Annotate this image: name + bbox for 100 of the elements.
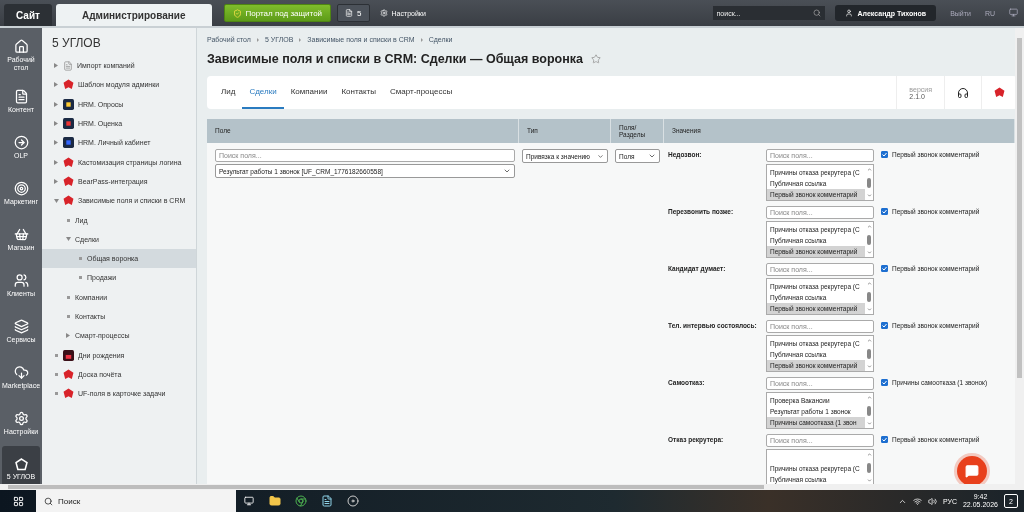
scroll-down-icon[interactable]	[866, 250, 872, 255]
document-icon	[13, 88, 29, 104]
settings-icon	[379, 9, 388, 17]
caret-right-icon[interactable]	[53, 178, 59, 184]
windows-icon[interactable]	[12, 495, 24, 507]
caret-right-icon[interactable]	[65, 333, 71, 339]
checkmark-icon	[882, 323, 887, 328]
scroll-thumb[interactable]	[867, 177, 871, 188]
task-view-icon[interactable]	[244, 496, 254, 506]
tab[interactable]: Сделки	[242, 76, 284, 109]
lock-icon	[63, 349, 74, 361]
scrollbar[interactable]	[1015, 28, 1024, 484]
chat-icon	[965, 464, 979, 478]
scroll-thumb[interactable]	[867, 405, 871, 416]
caret-down-icon[interactable]	[53, 198, 59, 203]
app-icon[interactable]	[321, 495, 333, 507]
scrollbar[interactable]	[0, 484, 1024, 490]
scroll-down-icon[interactable]	[866, 364, 872, 369]
checkmark-icon	[882, 266, 887, 271]
network-icon[interactable]	[912, 496, 922, 506]
caret-right-icon[interactable]	[53, 63, 59, 69]
top-tab[interactable]: Администрирование	[55, 4, 212, 26]
volume-icon[interactable]	[927, 496, 937, 506]
bullet-icon	[66, 218, 70, 222]
logo-icon	[14, 457, 28, 471]
scroll-down-icon[interactable]	[866, 421, 872, 426]
scroll-down-icon[interactable]	[866, 193, 872, 198]
page-title: Зависимые поля и списки в CRM: Сделки — Общая воронка	[207, 52, 583, 66]
scroll-thumb[interactable]	[867, 291, 871, 302]
tree-title: 5 УГЛОВ	[51, 36, 102, 50]
checkbox[interactable]	[881, 379, 888, 386]
logo-icon	[63, 368, 74, 380]
scroll-up-icon[interactable]	[866, 224, 872, 229]
checkbox[interactable]	[881, 151, 888, 158]
scroll-thumb[interactable]	[867, 234, 871, 245]
browser-icon[interactable]	[295, 495, 307, 507]
scroll-thumb[interactable]	[867, 462, 871, 473]
panel-icon[interactable]	[1009, 8, 1018, 18]
app-icon	[63, 98, 74, 110]
bullet-icon	[54, 353, 58, 357]
caret-right-icon[interactable]	[53, 140, 59, 146]
cloud-download-icon	[13, 364, 29, 380]
checkmark-icon	[882, 380, 887, 385]
settings-icon	[13, 410, 29, 426]
checkbox[interactable]	[881, 208, 888, 215]
search-icon[interactable]	[812, 9, 821, 17]
caret-right-icon[interactable]	[53, 159, 59, 165]
checkbox[interactable]	[881, 265, 888, 272]
bullet-icon	[78, 257, 82, 261]
chevron-down-icon	[597, 152, 604, 160]
app-icon[interactable]	[347, 495, 359, 507]
chevron-down-icon	[503, 167, 511, 175]
arrow-circle-icon	[13, 134, 29, 150]
star-icon[interactable]	[591, 54, 601, 64]
logo-icon	[63, 79, 74, 91]
app-icon	[63, 118, 74, 130]
tab[interactable]: Смарт-процессы	[382, 76, 460, 109]
target-icon	[13, 180, 29, 196]
document-icon	[345, 9, 354, 17]
logo-icon	[63, 388, 74, 400]
caret-right-icon[interactable]	[53, 101, 59, 107]
checkmark-icon	[882, 209, 887, 214]
tab[interactable]: Контакты	[334, 76, 383, 109]
tab[interactable]: Лид	[214, 76, 243, 109]
scroll-up-icon[interactable]	[866, 452, 872, 457]
scroll-up-icon[interactable]	[866, 395, 872, 400]
users-icon	[13, 272, 29, 288]
bullet-icon	[66, 315, 70, 318]
logo-icon	[63, 195, 74, 207]
basket-icon	[13, 226, 29, 242]
app-icon	[63, 137, 74, 149]
headphones-icon[interactable]	[957, 86, 969, 99]
scroll-down-icon[interactable]	[866, 478, 872, 483]
checkmark-icon	[882, 437, 887, 442]
scroll-up-icon[interactable]	[866, 167, 872, 172]
tab[interactable]: Компании	[283, 76, 335, 109]
scroll-up-icon[interactable]	[866, 281, 872, 286]
checkbox[interactable]	[881, 322, 888, 329]
scroll-down-icon[interactable]	[866, 307, 872, 312]
bullet-icon	[54, 392, 58, 396]
caret-down-icon[interactable]	[65, 237, 71, 242]
scroll-up-icon[interactable]	[866, 338, 872, 343]
top-tab[interactable]: Сайт	[4, 4, 52, 26]
taskbar-search-box[interactable]: Поиск	[36, 490, 236, 512]
layers-icon	[13, 318, 29, 334]
checkbox[interactable]	[881, 436, 888, 443]
checkmark-icon	[882, 152, 887, 157]
logo-icon	[63, 175, 74, 187]
logo-icon	[994, 87, 1005, 98]
folder-icon[interactable]	[269, 495, 281, 507]
home-icon	[13, 38, 29, 54]
search-icon[interactable]	[44, 496, 53, 506]
notifications-button[interactable]: 5	[337, 4, 370, 22]
shield-icon	[232, 8, 242, 18]
caret-right-icon[interactable]	[53, 82, 59, 88]
bullet-icon	[54, 372, 58, 376]
scroll-thumb[interactable]	[867, 348, 871, 359]
user-icon	[844, 9, 853, 17]
bullet-icon	[78, 276, 82, 280]
caret-right-icon[interactable]	[53, 121, 59, 127]
